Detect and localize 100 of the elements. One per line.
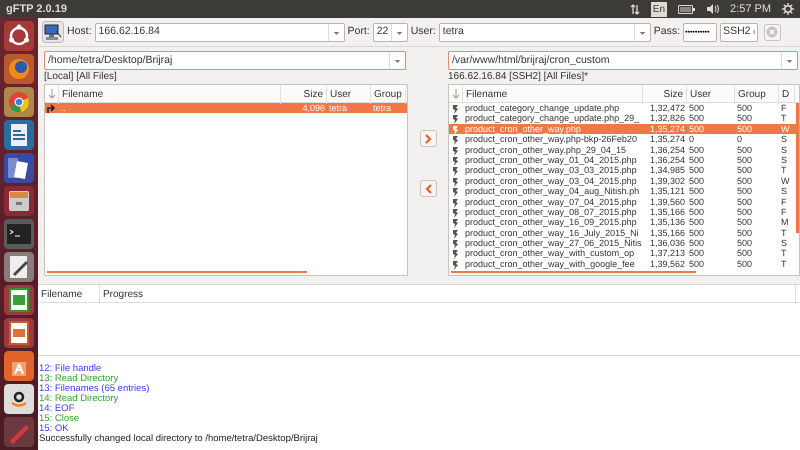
text-editor-icon[interactable] xyxy=(4,252,34,282)
file-row[interactable]: product_cron_other_way_04_aug_Nitish.ph 1,35,121 500 500 S xyxy=(449,186,799,197)
table-cell-text: product_cron_other_way_03_04_2015.php xyxy=(464,176,638,187)
path-combo[interactable]: /home/tetra/Desktop/Brijraj xyxy=(44,51,406,70)
table-cell-text: product_cron_other_way_16_09_2015.php xyxy=(464,217,638,228)
file-row[interactable]: product_cron_other_way_03_04_2015.php 1,39,302 500 500 W xyxy=(449,176,799,186)
file-row[interactable]: product_cron_other_way_08_07_2015.php 1,35,166 500 500 F xyxy=(449,206,799,218)
table-cell-text: 500 xyxy=(688,206,706,218)
settings-icon[interactable] xyxy=(782,3,794,15)
scrollbar[interactable] xyxy=(451,271,696,273)
host-label: Host: xyxy=(67,24,92,40)
column-header[interactable]: User xyxy=(687,85,735,104)
up-arrow-icon xyxy=(47,104,55,114)
column-header[interactable]: Size xyxy=(643,85,687,104)
table-cell-text: 1,32,472 xyxy=(648,103,686,114)
scrollbar[interactable] xyxy=(796,103,799,233)
battery-icon[interactable] xyxy=(678,4,696,14)
host-combo[interactable]: 166.62.16.84 xyxy=(94,22,345,42)
table-cell-text: 500 xyxy=(736,176,754,187)
network-icon[interactable] xyxy=(630,4,640,14)
table-cell-text: product_cron_other_way.php-bkp-26Feb20 xyxy=(464,134,638,146)
table-cell-text: T xyxy=(780,228,788,239)
path-field[interactable]: /var/www/html/brijraj/cron_custom xyxy=(452,52,781,68)
column-header[interactable]: Filename xyxy=(38,285,100,304)
table-cell-text: 500 xyxy=(736,103,754,114)
table-cell-text: product_cron_other_way_with_custom_op xyxy=(464,248,636,260)
log-line: 14: EOF xyxy=(39,404,76,414)
table-cell-text: S xyxy=(780,238,788,250)
user-combo[interactable]: tetra xyxy=(438,22,651,42)
circle-logo-icon[interactable] xyxy=(4,21,34,51)
user-field[interactable]: tetra xyxy=(442,24,634,40)
table-cell-text: 500 xyxy=(736,248,754,260)
table-cell-text: product_cron_other_way_08_07_2015.php xyxy=(464,206,638,218)
table-cell-text: F xyxy=(780,103,788,114)
table-cell-text: product_category_change_update.php_29_ xyxy=(464,113,640,124)
table-cell-text: 500 xyxy=(688,258,706,270)
path-field[interactable]: /home/tetra/Desktop/Brijraj xyxy=(48,52,389,68)
browser-icon[interactable] xyxy=(4,87,34,117)
column-header[interactable]: Group xyxy=(735,85,779,104)
clock[interactable]: 2:57 PM xyxy=(730,0,771,18)
protocol-field[interactable]: SSH2 xyxy=(720,22,758,42)
file-row[interactable]: product_category_change_update.php_29_ 1,32,826 500 500 T xyxy=(449,113,799,124)
table-cell-text: 500 xyxy=(736,154,754,166)
file-row[interactable]: product_cron_other_way.php-bkp-26Feb20 1,35,274 0 0 S xyxy=(449,134,799,145)
sort-icon[interactable] xyxy=(452,88,460,100)
table-cell-text: product_cron_other_way_04_aug_Nitish.ph xyxy=(464,186,640,198)
file-row[interactable]: product_cron_other_way_27_06_2015_Nitis 1,36,036 500 500 S xyxy=(449,238,799,248)
column-header[interactable]: Progress xyxy=(100,285,796,304)
file-row[interactable]: product_cron_other_way_07_04_2015.php 1,39,560 500 500 F xyxy=(449,196,799,207)
presentation-icon[interactable] xyxy=(4,318,34,348)
upload-button[interactable] xyxy=(420,130,436,147)
file-row[interactable]: product_cron_other_way_with_google_fee 1,39,562 500 500 T xyxy=(449,258,799,270)
table-cell-text: product_category_change_update.php xyxy=(464,103,620,114)
table-cell-text: 1,35,136 xyxy=(648,217,686,228)
shopping-bag-icon[interactable] xyxy=(4,351,34,381)
table-cell-text: 500 xyxy=(688,228,706,239)
spin-arrows-icon[interactable] xyxy=(752,27,756,37)
file-row[interactable]: product_cron_other_way_with_custom_op 1,37,213 500 500 T xyxy=(449,248,799,259)
table-cell-text: 1,39,560 xyxy=(648,196,686,208)
spreadsheet-icon[interactable] xyxy=(4,285,34,315)
column-header[interactable]: Filename xyxy=(463,85,643,104)
computer-icon[interactable] xyxy=(42,21,64,43)
table-cell-text: 500 xyxy=(736,113,754,124)
table-cell-text: 1,37,213 xyxy=(648,248,686,260)
file-row[interactable]: product_cron_other_way_01_04_2015.php 1,36,254 500 500 S xyxy=(449,154,799,166)
table-cell-text: 1,35,274 xyxy=(648,134,686,146)
download-button[interactable] xyxy=(420,180,436,197)
scrollbar[interactable] xyxy=(47,271,307,273)
table-cell-text: 500 xyxy=(736,206,754,218)
volume-icon[interactable] xyxy=(706,4,720,14)
table-cell-text: 500 xyxy=(736,258,754,270)
table-cell-text: 500 xyxy=(736,228,754,239)
table-cell-text: 500 xyxy=(736,196,754,208)
document-icon[interactable] xyxy=(4,120,34,150)
file-row[interactable]: product_cron_other_way_16_09_2015.php 1,35,136 500 500 M xyxy=(449,217,799,228)
table-cell-text: 500 xyxy=(736,124,754,135)
keyboard-indicator[interactable]: En xyxy=(650,2,668,16)
status-text: [Local] [All Files] xyxy=(44,71,118,82)
port-field[interactable]: 22 xyxy=(376,24,391,40)
file-row[interactable]: product_cron_other_way_16_July_2015_Ni 1,35,166 500 500 T xyxy=(449,228,799,238)
table-cell-text: F xyxy=(780,196,788,208)
cabinet-icon[interactable] xyxy=(4,186,34,216)
column-header[interactable]: D xyxy=(779,85,795,104)
table-cell-text: 1,34,985 xyxy=(648,165,686,176)
sort-icon[interactable] xyxy=(48,88,56,100)
table-cell-text: 1,39,562 xyxy=(648,258,686,270)
host-field[interactable]: 166.62.16.84 xyxy=(98,24,328,40)
file-row[interactable]: product_category_change_update.php 1,32,472 500 500 F xyxy=(449,103,799,114)
table-cell-text: 500 xyxy=(688,113,706,124)
path-combo[interactable]: /var/www/html/brijraj/cron_custom xyxy=(448,51,798,70)
table-cell-text: T xyxy=(780,113,788,124)
table-cell-text: T xyxy=(780,258,788,270)
pass-label: Pass: xyxy=(654,24,680,40)
table-cell-text: 500 xyxy=(736,144,754,156)
status-text: 166.62.16.84 [SSH2] [All Files]* xyxy=(448,71,590,82)
file-row[interactable]: product_cron_other_way.php_29_04_15 1,36,254 500 500 S xyxy=(449,144,799,155)
file-row[interactable]: product_cron_other_way_03_03_2015.php 1,34,985 500 500 T xyxy=(449,165,799,176)
table-cell-text: 500 xyxy=(688,186,706,198)
table-cell-text: 500 xyxy=(688,238,706,250)
port-combo[interactable]: 22 xyxy=(372,22,408,42)
